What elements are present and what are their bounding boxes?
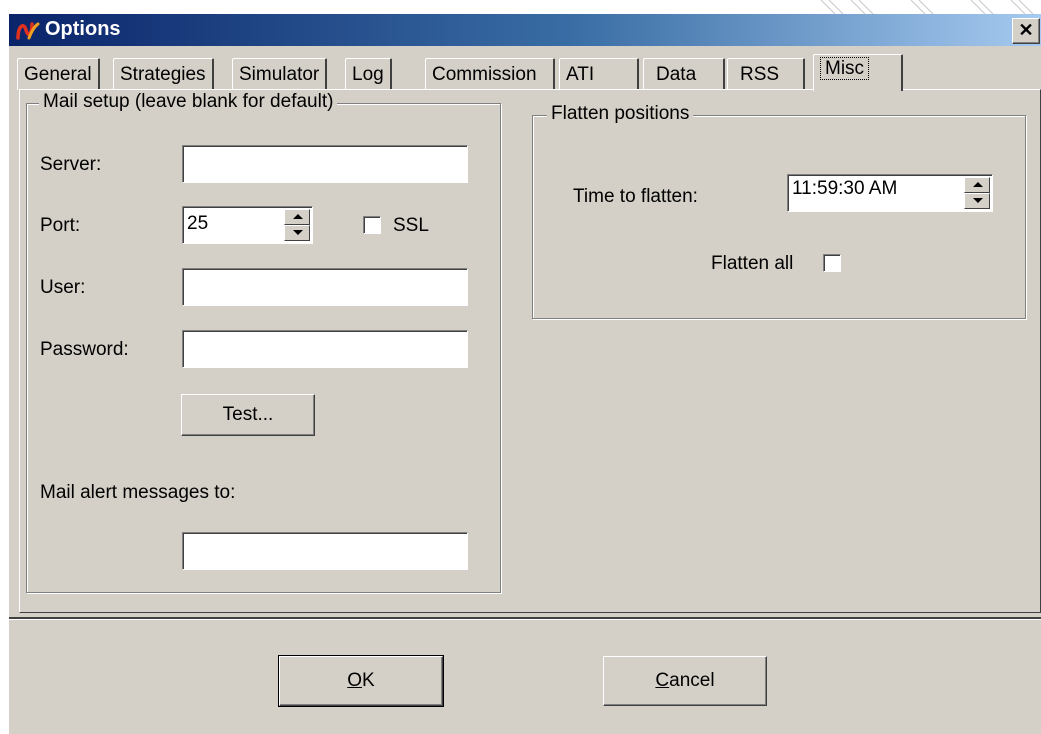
- cancel-label: ancel: [669, 670, 715, 691]
- tab-rss[interactable]: RSS: [727, 58, 805, 90]
- time-to-flatten-value: 11:59:30 AM: [792, 178, 898, 199]
- close-icon: ✕: [1018, 20, 1034, 40]
- tab-label: Data: [656, 64, 697, 85]
- tab-data[interactable]: Data: [643, 58, 725, 90]
- tab-strategies[interactable]: Strategies: [113, 58, 214, 90]
- user-input[interactable]: [182, 268, 468, 306]
- time-to-flatten-label: Time to flatten:: [573, 186, 698, 207]
- ok-label: K: [362, 670, 375, 691]
- password-label: Password:: [40, 339, 129, 360]
- tab-label: ATI: [566, 64, 595, 85]
- mail-alert-input[interactable]: [182, 532, 468, 570]
- port-decrement-button[interactable]: [284, 225, 310, 241]
- title-bar[interactable]: Options ✕: [9, 14, 1041, 46]
- tab-misc[interactable]: Misc: [813, 54, 903, 91]
- tab-label: Misc: [820, 57, 870, 80]
- tab-ati[interactable]: ATI: [559, 58, 639, 90]
- tab-label: Commission: [432, 64, 537, 85]
- flatten-all-checkbox[interactable]: [823, 254, 841, 272]
- tab-label: General: [24, 64, 92, 85]
- test-button-label: Test...: [222, 404, 274, 425]
- user-label: User:: [40, 277, 86, 298]
- password-input[interactable]: [182, 330, 468, 368]
- port-value: 25: [187, 213, 209, 234]
- tab-label: Simulator: [239, 64, 320, 85]
- window-title: Options: [45, 18, 121, 40]
- misc-tab-panel: Mail setup (leave blank for default) Ser…: [19, 89, 1041, 613]
- server-input[interactable]: [182, 145, 468, 183]
- ssl-checkbox[interactable]: [363, 216, 381, 234]
- ok-button[interactable]: OK: [278, 655, 444, 707]
- port-label: Port:: [40, 215, 81, 236]
- mail-setup-legend: Mail setup (leave blank for default): [39, 91, 338, 113]
- port-increment-button[interactable]: [284, 209, 310, 225]
- tab-label: Log: [352, 64, 384, 85]
- server-label: Server:: [40, 154, 102, 175]
- flatten-positions-group: Flatten positions Time to flatten: 11:59…: [532, 103, 1026, 319]
- ssl-label: SSL: [393, 215, 429, 236]
- port-spin-buttons: [284, 209, 310, 241]
- port-stepper[interactable]: 25: [182, 206, 313, 244]
- mail-alert-label: Mail alert messages to:: [40, 482, 236, 503]
- options-dialog: Options ✕ General Strategies Simulator L…: [8, 14, 1041, 734]
- flatten-all-label: Flatten all: [711, 253, 794, 274]
- time-decrement-button[interactable]: [964, 193, 990, 209]
- time-to-flatten-picker[interactable]: 11:59:30 AM: [787, 174, 993, 212]
- app-logo-icon: [16, 22, 40, 40]
- mail-setup-group: Mail setup (leave blank for default) Ser…: [26, 91, 501, 593]
- tab-simulator[interactable]: Simulator: [232, 58, 328, 90]
- tab-log[interactable]: Log: [345, 58, 392, 90]
- cancel-mnemonic: C: [655, 670, 670, 691]
- ok-mnemonic: O: [347, 670, 363, 691]
- close-button[interactable]: ✕: [1012, 18, 1040, 44]
- dialog-separator: [9, 617, 1041, 620]
- tab-commission[interactable]: Commission: [425, 58, 555, 90]
- test-button[interactable]: Test...: [181, 394, 315, 436]
- cancel-button[interactable]: Cancel: [603, 656, 767, 706]
- time-spin-buttons: [964, 177, 990, 209]
- background-decoration: [820, 0, 1034, 14]
- tab-label: Strategies: [120, 64, 206, 85]
- tab-label: RSS: [740, 64, 780, 85]
- tab-general[interactable]: General: [17, 58, 100, 90]
- flatten-positions-legend: Flatten positions: [547, 103, 694, 125]
- time-increment-button[interactable]: [964, 177, 990, 193]
